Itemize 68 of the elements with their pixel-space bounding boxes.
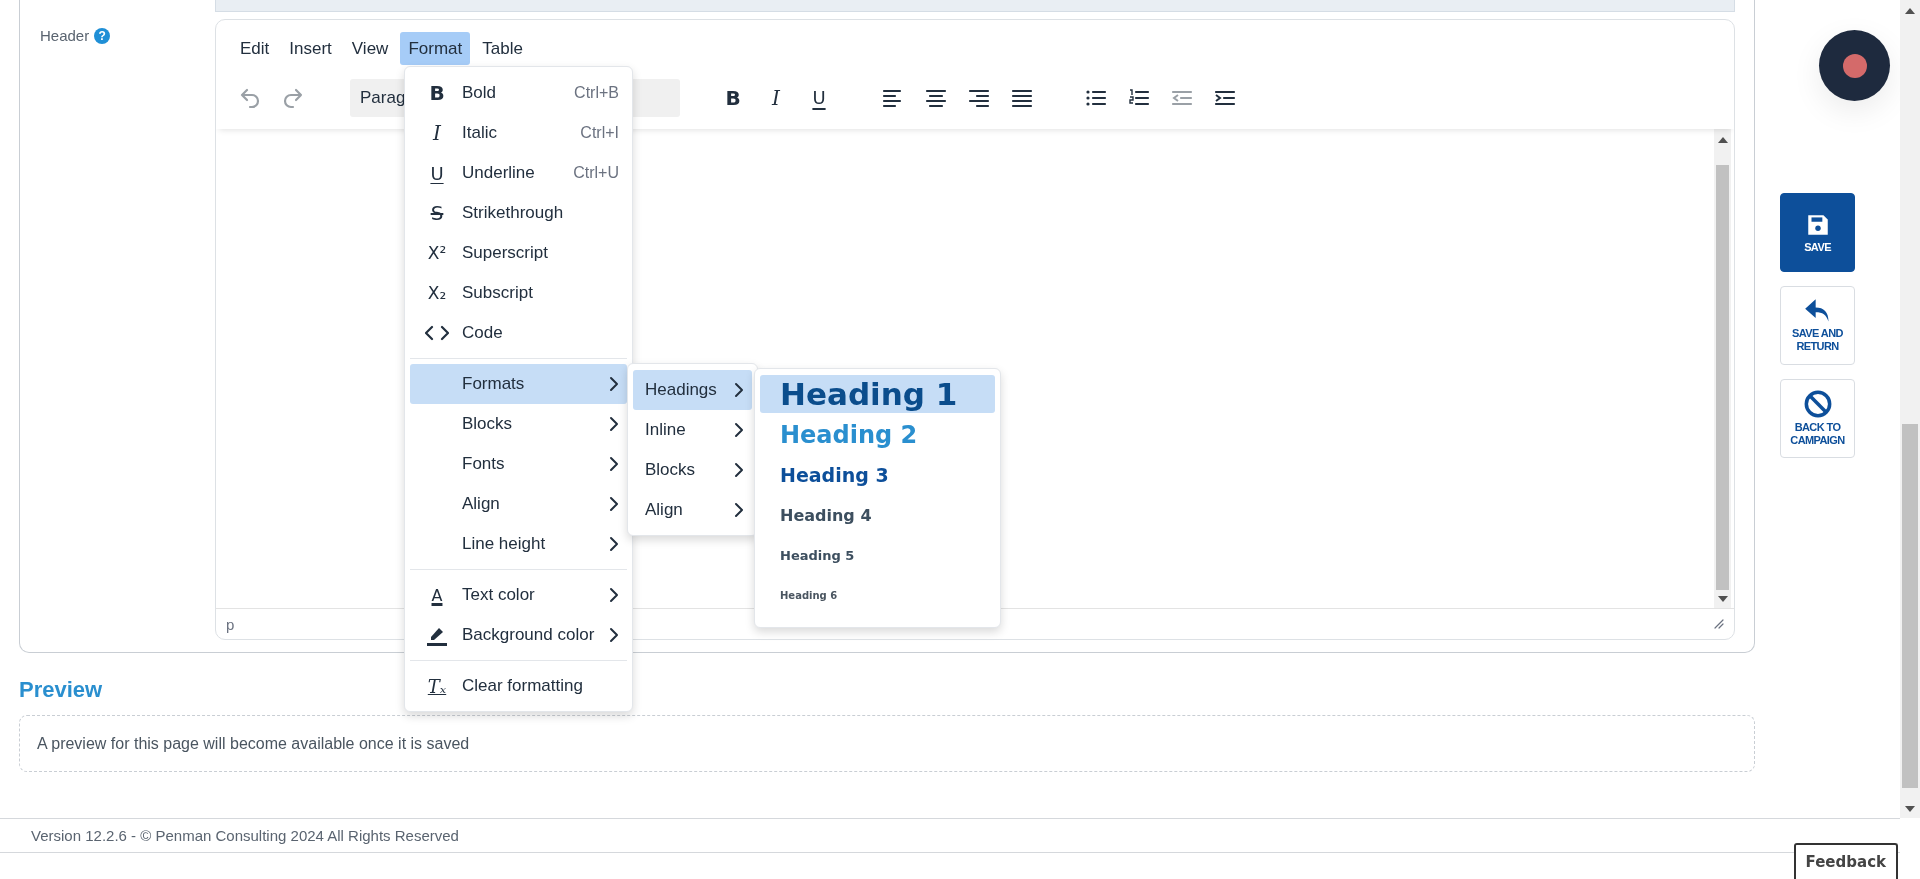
- subscript-icon: X₂: [427, 283, 447, 303]
- menu-item[interactable]: Heading 4: [760, 495, 995, 535]
- resize-handle-icon[interactable]: [1714, 619, 1724, 629]
- text-field[interactable]: [215, 0, 1735, 12]
- preview-message: A preview for this page will become available once it is saved: [37, 734, 470, 753]
- menu-item[interactable]: Heading 2: [760, 415, 995, 455]
- page-scrollbar[interactable]: [1900, 0, 1920, 818]
- menu-tab[interactable]: Table: [474, 32, 531, 65]
- chevron-right-icon: [609, 376, 619, 392]
- menu-item[interactable]: Blocks: [410, 404, 627, 444]
- menu-item[interactable]: Headings: [633, 370, 752, 410]
- feedback-button[interactable]: Feedback: [1793, 843, 1898, 879]
- help-icon[interactable]: ?: [94, 28, 111, 44]
- menu-item[interactable]: B Bold Ctrl+B: [410, 73, 627, 113]
- strikethrough-icon: S: [430, 201, 444, 225]
- underline-icon: U: [430, 162, 444, 184]
- menu-item[interactable]: Heading 5: [760, 535, 995, 575]
- italic-icon: I: [433, 121, 441, 145]
- element-path[interactable]: p: [226, 615, 235, 633]
- footer-text: Version 12.2.6 - © Penman Consulting 2024 All Rights Reserved: [31, 827, 459, 844]
- text-color-icon: A: [431, 585, 443, 605]
- action-button[interactable]: SAVE: [1780, 193, 1855, 272]
- menu-item[interactable]: S Strikethrough: [410, 193, 627, 233]
- field-label: Header: [40, 27, 90, 44]
- bold-button[interactable]: B: [716, 80, 750, 115]
- menu-item[interactable]: Align: [410, 484, 627, 524]
- menu-tab[interactable]: Format: [400, 32, 471, 65]
- ban-icon: [1803, 390, 1832, 418]
- chevron-right-icon: [609, 536, 619, 552]
- menu-item[interactable]: Heading 6: [760, 575, 995, 615]
- italic-button[interactable]: I: [759, 80, 793, 115]
- menu-item[interactable]: I Italic Ctrl+I: [410, 113, 627, 153]
- action-button[interactable]: BACK TO CAMPAIGN: [1780, 379, 1855, 458]
- menu-item[interactable]: Heading 3: [760, 455, 995, 495]
- chevron-right-icon: [734, 502, 744, 518]
- chevron-right-icon: [734, 422, 744, 438]
- section-heading: Preview: [19, 677, 103, 703]
- record-icon: [1842, 53, 1867, 78]
- menu-item[interactable]: Code: [410, 313, 627, 353]
- menu-item[interactable]: Formats: [410, 364, 627, 404]
- menu-item[interactable]: U Underline Ctrl+U: [410, 153, 627, 193]
- underline-button[interactable]: U: [802, 80, 836, 115]
- clear-formatting-icon: Tₓ: [427, 675, 447, 697]
- chevron-right-icon: [734, 462, 744, 478]
- menu-tab[interactable]: Edit: [232, 32, 278, 65]
- menu-item[interactable]: Align: [633, 490, 752, 530]
- menu-item[interactable]: Blocks: [633, 450, 752, 490]
- menu-item[interactable]: X² Superscript: [410, 233, 627, 273]
- menu-item[interactable]: Tₓ Clear formatting: [410, 666, 627, 706]
- chevron-right-icon: [609, 456, 619, 472]
- menu-tab[interactable]: Insert: [281, 32, 340, 65]
- menu-tab[interactable]: View: [343, 32, 397, 65]
- menu-item[interactable]: X₂ Subscript: [410, 273, 627, 313]
- chevron-right-icon: [609, 496, 619, 512]
- chevron-right-icon: [609, 416, 619, 432]
- chevron-right-icon: [734, 382, 744, 398]
- chevron-right-icon: [609, 587, 619, 603]
- menu-item[interactable]: Line height: [410, 524, 627, 564]
- action-button[interactable]: SAVE AND RETURN: [1780, 286, 1855, 365]
- code-icon: [425, 325, 449, 341]
- bold-icon: B: [429, 81, 445, 105]
- menu-item[interactable]: A Text color: [410, 575, 627, 615]
- chevron-right-icon: [609, 627, 619, 643]
- editor-scrollbar[interactable]: [1714, 129, 1731, 608]
- menu-item[interactable]: Fonts: [410, 444, 627, 484]
- superscript-icon: X²: [427, 243, 447, 263]
- menu-item[interactable]: Heading 1: [760, 375, 995, 413]
- menu-item[interactable]: Inline: [633, 410, 752, 450]
